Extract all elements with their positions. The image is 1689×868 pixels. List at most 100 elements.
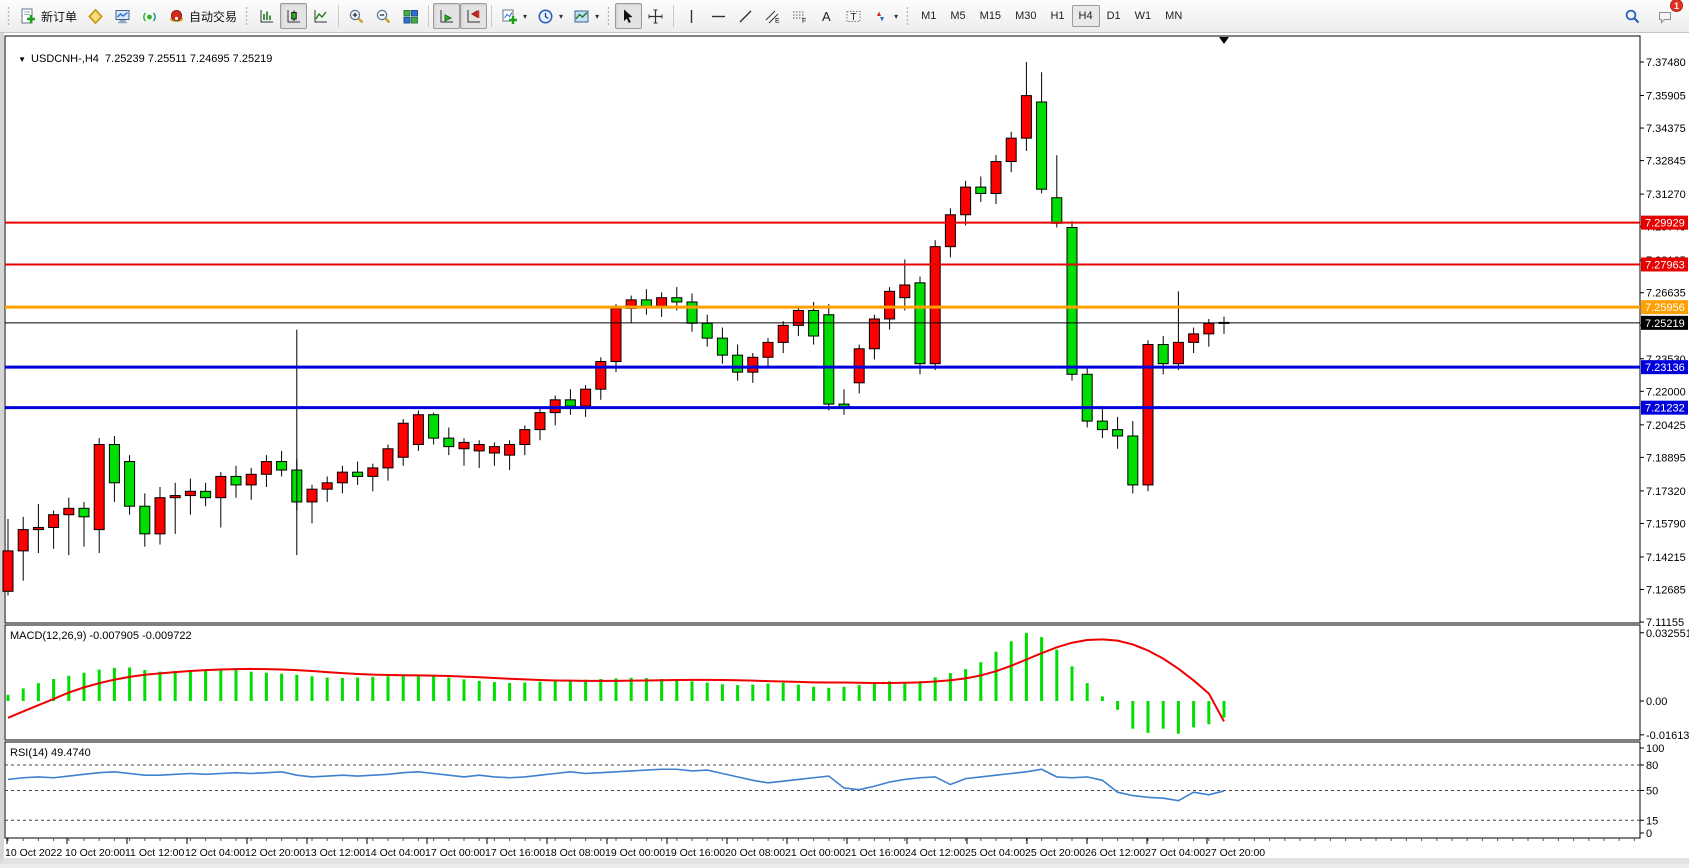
level-price-badge-label: 7.23136 <box>1645 362 1685 374</box>
new-order-button[interactable]: 新订单 <box>15 3 82 29</box>
template-icon <box>573 8 590 25</box>
price-tick-label: 7.32845 <box>1646 156 1686 168</box>
auto-trading-button[interactable]: 自动交易 <box>163 3 242 29</box>
price-tick-label: 7.35905 <box>1646 91 1686 103</box>
candle-up <box>3 551 13 591</box>
price-tick-label: 7.17320 <box>1646 486 1686 498</box>
market-watch-button[interactable] <box>82 3 109 29</box>
vertical-line-tool-button[interactable] <box>678 3 705 29</box>
chart-canvas[interactable]: 7.374807.359057.343757.328457.312707.297… <box>0 33 1689 868</box>
chart-shift-button[interactable] <box>460 3 487 29</box>
fibonacci-tool-button[interactable]: F <box>786 3 813 29</box>
auto-scroll-icon <box>438 8 455 25</box>
fibonacci-icon: F <box>791 8 808 25</box>
candle-up <box>337 472 347 483</box>
toolbar-grip <box>245 6 250 26</box>
candle-down <box>79 508 89 517</box>
toolbar-separator <box>428 5 429 27</box>
price-tick-label: 7.12685 <box>1646 584 1686 596</box>
zoom-in-button[interactable] <box>343 3 370 29</box>
date-label: 10 Oct 2022 <box>5 847 62 859</box>
timeframe-w1-button[interactable]: W1 <box>1128 5 1159 27</box>
candle-down <box>201 491 211 497</box>
candle-down <box>717 338 727 355</box>
candle-up <box>505 445 515 456</box>
text-tool-button[interactable]: A <box>813 3 840 29</box>
notification-badge: 1 <box>1670 0 1683 12</box>
timeframe-h4-button[interactable]: H4 <box>1072 5 1100 27</box>
dropdown-caret-icon: ▾ <box>595 12 599 21</box>
zoom-out-button[interactable] <box>370 3 397 29</box>
timeframe-m15-button[interactable]: M15 <box>973 5 1008 27</box>
candle-up <box>64 508 74 514</box>
candle-up <box>991 162 1001 194</box>
macd-tick-label: 0.00 <box>1646 696 1667 708</box>
zoom-out-icon <box>375 8 392 25</box>
toolbar-grip <box>906 6 911 26</box>
timeframe-m5-button[interactable]: M5 <box>943 5 972 27</box>
candle-up <box>778 325 788 342</box>
candle-up <box>535 413 545 430</box>
candle-up <box>900 285 910 298</box>
date-label: 11 Oct 12:00 <box>125 847 185 859</box>
notifications-button[interactable]: 1 <box>1652 3 1679 29</box>
line-chart-icon <box>312 8 329 25</box>
symbol-dropdown-icon[interactable]: ▼ <box>18 55 26 64</box>
date-label: 14 Oct 04:00 <box>365 847 425 859</box>
indicators-button[interactable]: ▾ <box>496 3 532 29</box>
terminal-icon <box>114 8 131 25</box>
macd-tick-label: -0.016137 <box>1646 730 1689 742</box>
dropdown-caret-icon: ▾ <box>523 12 527 21</box>
crosshair-tool-button[interactable] <box>642 3 669 29</box>
equidistant-channel-icon: E <box>764 8 781 25</box>
candle-down <box>733 355 743 372</box>
toolbar-grip <box>607 6 612 26</box>
signals-button[interactable] <box>136 3 163 29</box>
candle-up <box>489 447 499 453</box>
timeframe-m30-button[interactable]: M30 <box>1008 5 1043 27</box>
rsi-tick-label: 100 <box>1646 743 1664 755</box>
candle-down <box>1097 421 1107 430</box>
periods-button[interactable]: ▾ <box>532 3 568 29</box>
bar-chart-button[interactable] <box>253 3 280 29</box>
symbol-label: ▼USDCNH-,H4 7.25239 7.25511 7.24695 7.25… <box>12 41 272 65</box>
horizontal-line-tool-button[interactable] <box>705 3 732 29</box>
timeframe-h1-button[interactable]: H1 <box>1043 5 1071 27</box>
timeframe-mn-button[interactable]: MN <box>1158 5 1189 27</box>
candle-up <box>246 474 256 485</box>
line-chart-button[interactable] <box>307 3 334 29</box>
timeframe-d1-button[interactable]: D1 <box>1100 5 1128 27</box>
cursor-tool-button[interactable] <box>615 3 642 29</box>
search-button[interactable] <box>1619 3 1646 29</box>
date-label: 25 Oct 20:00 <box>1025 847 1085 859</box>
candle-down <box>231 476 241 485</box>
date-label: 26 Oct 12:00 <box>1085 847 1145 859</box>
candle-up <box>185 491 195 495</box>
arrows-tool-button[interactable]: ▾ <box>867 3 903 29</box>
indicators-icon <box>501 8 518 25</box>
rsi-tick-label: 15 <box>1646 815 1658 827</box>
candle-down <box>1067 228 1077 375</box>
candle-up <box>170 496 180 498</box>
candle-up <box>611 308 621 361</box>
text-icon: A <box>818 8 835 25</box>
candlestick-chart-button[interactable] <box>280 3 307 29</box>
price-axis: 7.374807.359057.343757.328457.312707.297… <box>1640 57 1688 629</box>
price-tick-label: 7.26635 <box>1646 288 1686 300</box>
date-label: 27 Oct 04:00 <box>1145 847 1205 859</box>
templates-button[interactable]: ▾ <box>568 3 604 29</box>
timeframe-m1-button[interactable]: M1 <box>914 5 943 27</box>
text-label-tool-button[interactable]: T <box>840 3 867 29</box>
zoom-in-icon <box>348 8 365 25</box>
auto-scroll-button[interactable] <box>433 3 460 29</box>
candle-up <box>869 319 879 349</box>
tile-windows-button[interactable] <box>397 3 424 29</box>
terminal-button[interactable] <box>109 3 136 29</box>
equidistant-channel-tool-button[interactable]: E <box>759 3 786 29</box>
price-tick-label: 7.31270 <box>1646 189 1686 201</box>
vertical-line-icon <box>683 8 700 25</box>
trendline-tool-button[interactable] <box>732 3 759 29</box>
toolbar-separator <box>673 5 674 27</box>
dropdown-caret-icon: ▾ <box>559 12 563 21</box>
candle-down <box>444 438 454 447</box>
